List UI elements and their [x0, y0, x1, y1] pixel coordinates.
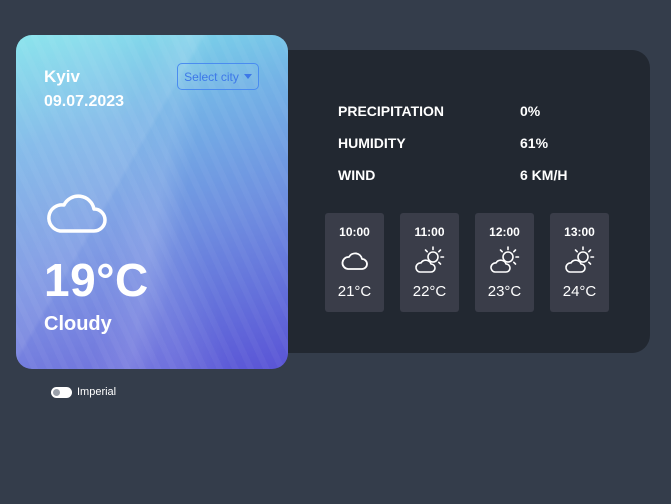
stat-value: 6 KM/H: [520, 167, 568, 183]
partly-sunny-icon: [414, 246, 444, 273]
imperial-switch[interactable]: [51, 386, 72, 398]
hour-temp: 22°C: [412, 283, 447, 300]
chevron-down-icon: [243, 74, 252, 79]
hour-card: 10:00 21°C: [325, 213, 384, 312]
stat-label: WIND: [338, 167, 376, 183]
cloud-icon: [47, 194, 107, 233]
hour-temp: 21°C: [337, 283, 372, 300]
hour-time: 12:00: [489, 225, 520, 239]
partly-sunny-icon: [489, 246, 519, 273]
unit-toggle-label: Imperial: [77, 386, 117, 398]
hour-card: 12:00 23°C: [475, 213, 534, 312]
partly-sunny-icon: [564, 246, 594, 273]
hour-time: 13:00: [564, 225, 595, 239]
switch-knob: [53, 388, 60, 396]
city-name: Kyiv: [44, 67, 80, 86]
unit-toggle: Imperial: [51, 386, 116, 398]
stat-label: PRECIPITATION: [338, 103, 445, 119]
current-date: 09.07.2023: [44, 93, 125, 110]
hour-time: 11:00: [414, 225, 445, 239]
details-panel: PRECIPITATION 0% HUMIDITY 61% WIND 6 KM/…: [268, 50, 650, 353]
city-select-label: Select city: [184, 69, 239, 84]
current-weather-card: Kyiv 09.07.2023 Select city 19°C Cloudy: [16, 35, 288, 369]
city-select-dropdown[interactable]: Select city: [177, 63, 259, 90]
hour-card: 11:00 22°C: [400, 213, 459, 312]
cloud-icon: [341, 252, 368, 270]
hourly-forecast: 10:00 21°C 11:00 22°C 12:00 23°C 13:00 2…: [325, 213, 609, 312]
hour-temp: 23°C: [487, 283, 522, 300]
current-temperature: 19°C: [44, 254, 149, 306]
weather-condition: Cloudy: [44, 313, 112, 335]
hour-temp: 24°C: [562, 283, 597, 300]
weather-app: PRECIPITATION 0% HUMIDITY 61% WIND 6 KM/…: [0, 0, 671, 504]
hour-card: 13:00 24°C: [550, 213, 609, 312]
stat-value: 0%: [520, 103, 541, 119]
stat-value: 61%: [520, 135, 549, 151]
stat-precipitation: PRECIPITATION 0%: [338, 95, 598, 127]
stat-label: HUMIDITY: [338, 135, 406, 151]
stats-list: PRECIPITATION 0% HUMIDITY 61% WIND 6 KM/…: [338, 95, 598, 191]
stat-humidity: HUMIDITY 61%: [338, 127, 598, 159]
hour-time: 10:00: [339, 225, 370, 239]
stat-wind: WIND 6 KM/H: [338, 159, 598, 191]
